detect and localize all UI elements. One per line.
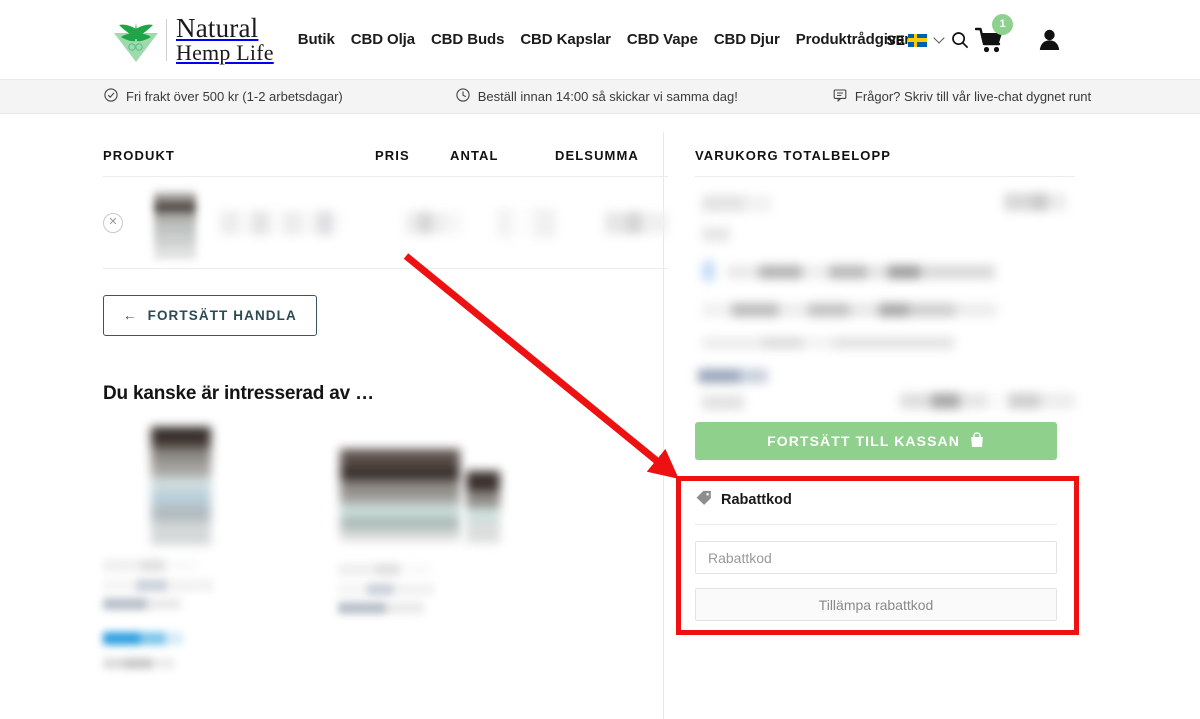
recommended-product-image [340, 449, 460, 541]
recommended-product-image-secondary [466, 471, 500, 543]
total-label-redacted [702, 395, 744, 410]
column-header-produkt: PRODUKT [103, 148, 175, 163]
site-logo[interactable]: Natural Hemp Life [110, 12, 274, 68]
column-header-pris: PRIS [375, 148, 410, 163]
user-account-icon [1039, 29, 1060, 50]
shipping-note-redacted [702, 337, 954, 349]
chevron-down-icon [933, 32, 945, 44]
swedish-flag-icon [908, 33, 927, 47]
nav-item-cbd-buds[interactable]: CBD Buds [431, 31, 504, 48]
info-item-free-shipping: Fri frakt över 500 kr (1-2 arbetsdagar) [104, 88, 343, 105]
cart-totals-redacted-block [695, 193, 1075, 410]
cart-items-column: PRODUKT PRIS ANTAL DELSUMMA ✕ ← FORTSÄTT… [103, 114, 669, 719]
coupon-heading-label: Rabattkod [721, 492, 792, 508]
logo-divider [166, 18, 167, 61]
shipping-option-1-redacted [727, 265, 995, 279]
left-arrow-icon: ← [123, 308, 138, 323]
recommended-product-footer-redacted [103, 658, 175, 669]
nav-item-cbd-vape[interactable]: CBD Vape [627, 31, 698, 48]
total-value-redacted [900, 393, 1075, 409]
nav-item-cbd-kapslar[interactable]: CBD Kapslar [520, 31, 611, 48]
cart-totals-column: VARUKORG TOTALBELOPP FORTSÄTT TILL KASSA… [695, 114, 1075, 719]
apply-coupon-button[interactable]: Tillämpa rabattkod [695, 588, 1057, 621]
table-row: ✕ [103, 177, 669, 269]
coupon-section: Rabattkod Tillämpa rabattkod [695, 490, 1057, 621]
recommended-product-name-redacted [338, 563, 432, 576]
column-header-antal: ANTAL [450, 148, 499, 163]
recommended-product-meta-redacted [338, 583, 434, 596]
price-tag-icon [695, 490, 712, 510]
nav-item-cbd-djur[interactable]: CBD Djur [714, 31, 780, 48]
coupon-code-input[interactable] [695, 541, 1057, 574]
chat-bubble-icon [833, 88, 847, 105]
recommended-product-link-redacted[interactable] [103, 632, 183, 645]
proceed-to-checkout-button[interactable]: FORTSÄTT TILL KASSAN [695, 422, 1057, 460]
recommended-product-price-redacted [338, 602, 424, 614]
info-text-live-chat: Frågor? Skriv till vår live-chat dygnet … [854, 89, 1092, 104]
quantity-stepper-redacted[interactable] [496, 207, 557, 238]
cart-totals-title: VARUKORG TOTALBELOPP [695, 148, 1075, 177]
cart-button[interactable]: 1 [975, 13, 1013, 54]
check-circle-icon [104, 88, 118, 105]
cart-item-count-badge: 1 [992, 13, 1013, 35]
checkout-button-label: FORTSÄTT TILL KASSAN [767, 433, 960, 449]
language-selector[interactable]: SE [886, 32, 945, 48]
nav-item-cbd-olja[interactable]: CBD Olja [351, 31, 415, 48]
info-text-same-day: Beställ innan 14:00 så skickar vi samma … [477, 89, 738, 104]
shopping-bag-icon [969, 431, 985, 451]
product-price-redacted [406, 211, 461, 234]
totals-row-value-redacted [1004, 193, 1066, 211]
promo-info-bar: Fri frakt över 500 kr (1-2 arbetsdagar) … [0, 80, 1200, 114]
main-navigation: Butik CBD Olja CBD Buds CBD Kapslar CBD … [298, 31, 970, 49]
list-item[interactable] [103, 427, 248, 669]
product-name-redacted [220, 210, 343, 235]
hemp-leaf-logo-icon [110, 15, 162, 65]
account-button[interactable] [1039, 29, 1060, 51]
header-utilities: SE 1 [886, 0, 1060, 80]
remove-item-icon[interactable]: ✕ [103, 212, 123, 233]
totals-subrow-redacted [702, 227, 730, 242]
clock-icon [456, 88, 470, 105]
info-item-live-chat: Frågor? Skriv till vår live-chat dygnet … [833, 88, 1091, 105]
recommendations-title: Du kanske är intresserad av … [103, 383, 374, 404]
change-address-link-redacted[interactable] [698, 369, 768, 383]
totals-row-label-redacted [702, 195, 772, 212]
page-root: Natural Hemp Life Butik CBD Olja CBD Bud… [0, 0, 1200, 719]
coupon-heading-row: Rabattkod [695, 490, 1057, 525]
logo-line-2: Hemp Life [176, 40, 274, 66]
locale-code: SE [886, 32, 905, 48]
cart-page-body: PRODUKT PRIS ANTAL DELSUMMA ✕ ← FORTSÄTT… [0, 114, 1200, 719]
recommended-product-price-redacted [103, 598, 181, 610]
logo-line-1: Natural [176, 12, 259, 43]
cart-table-header: PRODUKT PRIS ANTAL DELSUMMA [103, 148, 668, 177]
recommended-product-meta-redacted [103, 579, 213, 592]
info-item-same-day: Beställ innan 14:00 så skickar vi samma … [456, 88, 738, 105]
product-subtotal-redacted [605, 211, 669, 234]
list-item[interactable] [338, 427, 500, 669]
shipping-option-2-redacted [702, 303, 997, 317]
column-header-delsumma: DELSUMMA [555, 148, 639, 163]
site-header: Natural Hemp Life Butik CBD Olja CBD Bud… [0, 0, 1200, 80]
product-thumbnail[interactable] [154, 186, 196, 259]
nav-item-butik[interactable]: Butik [298, 31, 335, 48]
logo-wordmark: Natural Hemp Life [176, 12, 274, 66]
recommended-product-name-redacted [103, 559, 197, 572]
info-text-free-shipping: Fri frakt över 500 kr (1-2 arbetsdagar) [126, 89, 343, 104]
continue-shopping-label: FORTSÄTT HANDLA [147, 308, 297, 323]
continue-shopping-button[interactable]: ← FORTSÄTT HANDLA [103, 295, 317, 336]
shipping-option-radio-redacted[interactable] [702, 261, 715, 281]
recommendations-grid [103, 427, 668, 669]
recommended-product-image [151, 427, 211, 545]
